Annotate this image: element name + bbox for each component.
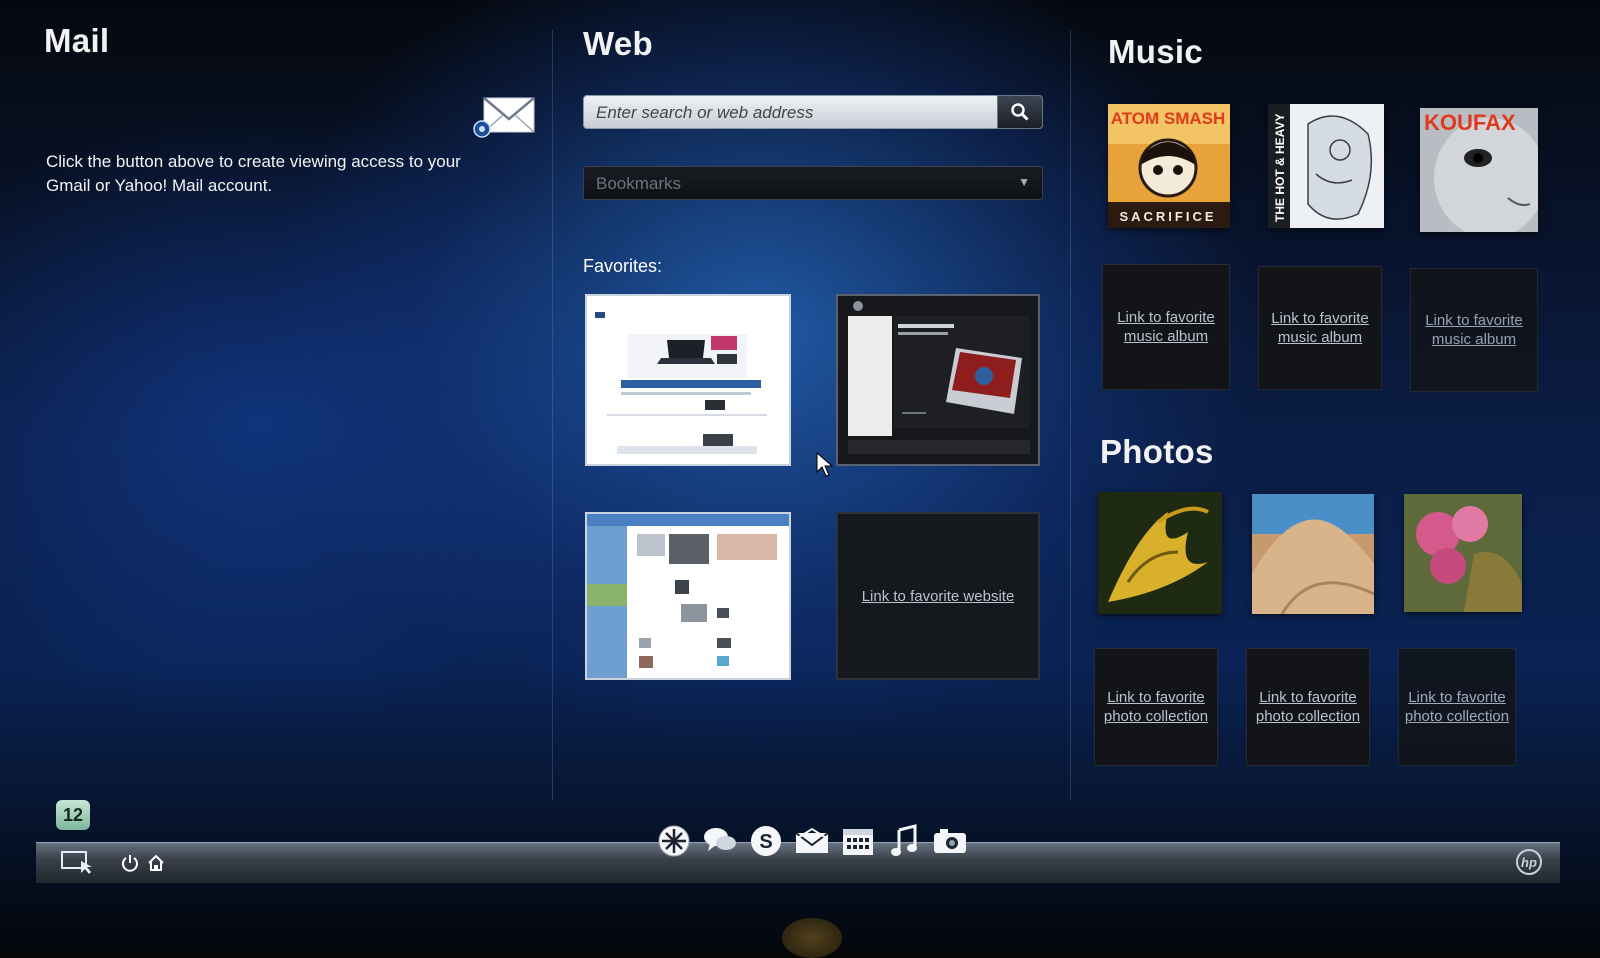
favorites-label: Favorites: xyxy=(583,256,663,276)
bookmarks-label: Bookmarks xyxy=(596,174,682,193)
photo-thumbnail xyxy=(1404,494,1522,612)
music-album-slot[interactable]: Link to favorite music album xyxy=(1258,266,1382,390)
photo-collection-link[interactable]: Link to favorite photo collection xyxy=(1095,688,1217,726)
music-album-link[interactable]: Link to favorite music album xyxy=(1411,311,1537,349)
notification-badge[interactable]: 12 xyxy=(56,800,90,830)
photo-collection-link[interactable]: Link to favorite photo collection xyxy=(1247,688,1369,726)
album-cover[interactable]: THE HOT & HEAVY xyxy=(1268,104,1384,228)
album-title-text: ATOM SMASH xyxy=(1111,109,1226,128)
column-divider xyxy=(552,30,553,800)
search-input[interactable] xyxy=(594,100,978,126)
favorite-website-slot[interactable]: Link to favorite website xyxy=(836,512,1040,680)
bookmarks-dropdown[interactable]: Bookmarks ▼ xyxy=(583,166,1043,200)
hp-bezel-logo xyxy=(782,918,842,958)
music-album-link[interactable]: Link to favorite music album xyxy=(1259,309,1381,347)
music-album-slot[interactable]: Link to favorite music album xyxy=(1410,268,1538,392)
album-title-text: KOUFAX xyxy=(1424,110,1516,135)
album-cover[interactable]: KOUFAX xyxy=(1420,108,1538,232)
photos-title: Photos xyxy=(1100,433,1214,470)
website-thumbnail xyxy=(838,296,1038,464)
svg-text:S: S xyxy=(759,831,772,853)
photo-collection[interactable] xyxy=(1098,492,1222,614)
website-thumbnail xyxy=(587,296,789,464)
album-title-text: THE HOT & HEAVY xyxy=(1273,114,1287,222)
mail-setup-button[interactable] xyxy=(472,95,538,139)
album-art: THE HOT & HEAVY xyxy=(1268,104,1384,228)
photo-collection[interactable] xyxy=(1404,494,1522,612)
photo-collection-link[interactable]: Link to favorite photo collection xyxy=(1399,688,1515,726)
hp-logo-icon: hp xyxy=(1514,847,1544,877)
music-album-slot[interactable]: Link to favorite music album xyxy=(1102,264,1230,390)
camera-icon[interactable] xyxy=(930,822,970,860)
skype-icon[interactable]: S xyxy=(746,822,786,860)
mail-icon[interactable] xyxy=(792,822,832,860)
photo-collection-slot[interactable]: Link to favorite photo collection xyxy=(1246,648,1370,766)
web-title: Web xyxy=(583,25,653,62)
power-icon[interactable] xyxy=(118,851,142,875)
column-divider xyxy=(1070,30,1071,800)
favorite-website-tile[interactable] xyxy=(585,294,791,466)
home-icon[interactable] xyxy=(144,851,168,875)
album-art: ATOM SMASH SACRIFICE xyxy=(1108,104,1230,228)
music-icon[interactable] xyxy=(884,822,924,860)
search-box xyxy=(583,95,1043,129)
website-thumbnail xyxy=(587,514,789,678)
photo-thumbnail xyxy=(1252,494,1374,614)
chevron-down-icon: ▼ xyxy=(1018,175,1030,189)
calendar-icon[interactable] xyxy=(838,822,878,860)
mail-instructions: Click the button above to create viewing… xyxy=(46,152,461,195)
album-art: KOUFAX xyxy=(1420,108,1538,232)
mail-envelope-icon xyxy=(473,97,535,138)
search-icon xyxy=(1011,103,1029,121)
mail-title: Mail xyxy=(44,22,110,59)
favorite-website-tile[interactable] xyxy=(836,294,1040,466)
photo-thumbnail xyxy=(1098,492,1222,614)
touchsmart-icon[interactable] xyxy=(654,822,694,860)
photo-collection-slot[interactable]: Link to favorite photo collection xyxy=(1398,648,1516,766)
album-cover[interactable]: ATOM SMASH SACRIFICE xyxy=(1108,104,1230,228)
chat-icon[interactable] xyxy=(700,822,740,860)
favorite-website-link[interactable]: Link to favorite website xyxy=(862,587,1015,606)
photo-collection[interactable] xyxy=(1252,494,1374,614)
music-album-link[interactable]: Link to favorite music album xyxy=(1103,308,1229,346)
search-button[interactable] xyxy=(997,95,1043,129)
music-title: Music xyxy=(1108,33,1204,70)
desktop-switch-icon[interactable] xyxy=(58,849,98,877)
mouse-cursor-icon xyxy=(816,452,834,477)
photo-collection-slot[interactable]: Link to favorite photo collection xyxy=(1094,648,1218,766)
favorite-website-tile[interactable] xyxy=(585,512,791,680)
svg-text:hp: hp xyxy=(1521,855,1537,870)
album-subtitle-text: SACRIFICE xyxy=(1119,209,1216,224)
